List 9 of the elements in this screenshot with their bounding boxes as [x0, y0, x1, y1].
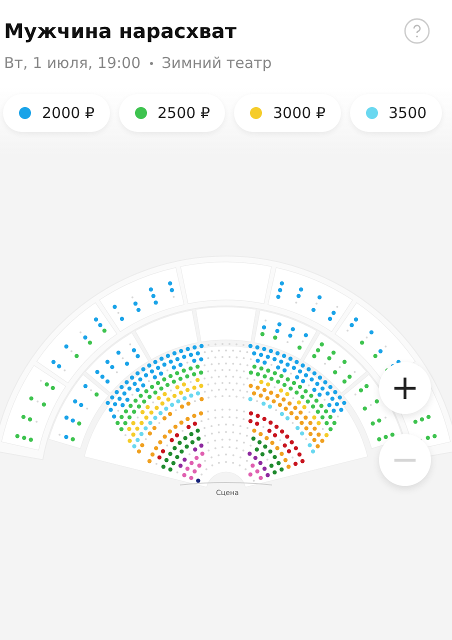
- event-datetime: Вт, 1 июля, 19:00: [4, 54, 141, 72]
- event-title: Мужчина нарасхват: [4, 19, 236, 43]
- price-filter-chip[interactable]: 3000 ₽: [234, 94, 340, 132]
- price-filter-chip[interactable]: 2000 ₽: [3, 94, 110, 132]
- help-icon[interactable]: [404, 18, 430, 44]
- venue-name: Зимний театр: [162, 54, 272, 72]
- price-filter-chip[interactable]: 3500: [350, 94, 442, 132]
- price-filter-chip[interactable]: 2500 ₽: [118, 94, 225, 132]
- separator-dot-icon: [150, 62, 153, 64]
